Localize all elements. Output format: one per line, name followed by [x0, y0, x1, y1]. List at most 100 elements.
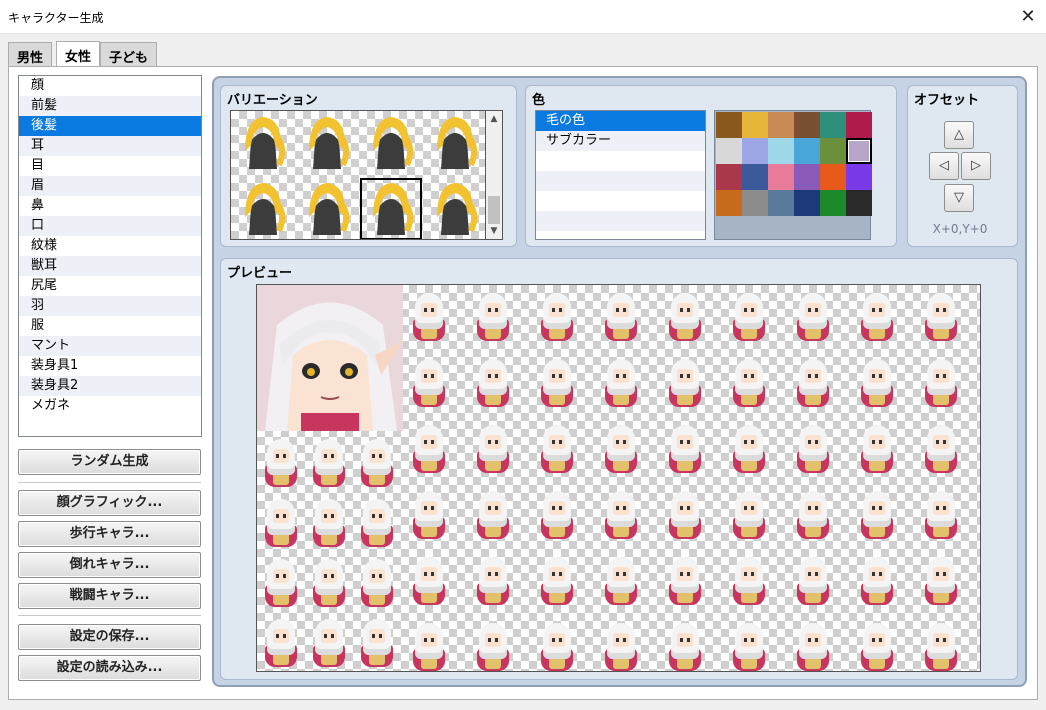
- parts-list-item[interactable]: 装身具1: [19, 356, 201, 376]
- parts-list-item[interactable]: 眉: [19, 176, 201, 196]
- face-graphic-button[interactable]: 顔グラフィック...: [18, 490, 201, 516]
- hair-variation-option[interactable]: [359, 177, 423, 240]
- variation-scrollbar[interactable]: ▲ ▼: [486, 110, 503, 240]
- character-sprite: [261, 435, 301, 491]
- parts-list-item[interactable]: 後髪: [19, 116, 201, 136]
- color-swatch[interactable]: [768, 164, 794, 190]
- color-swatch[interactable]: [794, 164, 820, 190]
- parts-list-item[interactable]: メガネ: [19, 396, 201, 416]
- scroll-thumb[interactable]: [488, 196, 500, 224]
- color-swatch[interactable]: [742, 190, 768, 216]
- color-target-item[interactable]: サブカラー: [536, 131, 705, 151]
- character-sprite: [793, 553, 833, 609]
- character-sprite: [357, 435, 397, 491]
- color-swatch[interactable]: [820, 112, 846, 138]
- color-swatch[interactable]: [716, 112, 742, 138]
- color-swatch[interactable]: [768, 112, 794, 138]
- color-swatch[interactable]: [820, 164, 846, 190]
- tab-child[interactable]: 子ども: [100, 42, 157, 67]
- color-swatch[interactable]: [742, 138, 768, 164]
- save-settings-button[interactable]: 設定の保存...: [18, 624, 201, 650]
- hair-variation-icon: [231, 111, 295, 175]
- character-sprite: [537, 619, 577, 672]
- parts-list-item[interactable]: 前髪: [19, 96, 201, 116]
- character-sprite: [261, 555, 301, 611]
- hair-variation-option[interactable]: [231, 177, 295, 240]
- hair-variation-icon: [231, 177, 295, 240]
- scroll-up-icon[interactable]: ▲: [486, 111, 502, 127]
- parts-list-item[interactable]: 紋様: [19, 236, 201, 256]
- color-swatch[interactable]: [846, 164, 872, 190]
- color-target-list[interactable]: 毛の色サブカラー: [535, 110, 706, 240]
- close-button[interactable]: ✕: [1010, 0, 1046, 34]
- tab-male[interactable]: 男性: [8, 42, 52, 67]
- character-sprite: [857, 421, 897, 477]
- parts-list-item[interactable]: 耳: [19, 136, 201, 156]
- character-sprite: [309, 615, 349, 671]
- parts-list-item[interactable]: 服: [19, 316, 201, 336]
- hair-variation-option[interactable]: [359, 111, 423, 175]
- walk-character-button[interactable]: 歩行キャラ...: [18, 521, 201, 547]
- offset-down-button[interactable]: ▽: [944, 184, 974, 212]
- color-swatch[interactable]: [768, 138, 794, 164]
- divider: [18, 615, 201, 616]
- parts-list[interactable]: 顔前髪後髪耳目眉鼻口紋様獣耳尻尾羽服マント装身具1装身具2メガネ: [18, 75, 202, 437]
- parts-list-item[interactable]: 獣耳: [19, 256, 201, 276]
- color-swatch[interactable]: [768, 190, 794, 216]
- color-swatch[interactable]: [794, 190, 820, 216]
- damage-character-button[interactable]: 倒れキャラ...: [18, 552, 201, 578]
- hair-variation-icon: [295, 177, 359, 240]
- character-sprite: [309, 495, 349, 551]
- parts-list-item[interactable]: 口: [19, 216, 201, 236]
- character-sprite: [729, 553, 769, 609]
- load-settings-button[interactable]: 設定の読み込み...: [18, 655, 201, 681]
- character-sprite: [357, 555, 397, 611]
- face-portrait: [257, 285, 403, 431]
- parts-list-item[interactable]: 鼻: [19, 196, 201, 216]
- offset-left-button[interactable]: ◁: [929, 152, 959, 180]
- color-swatch[interactable]: [794, 138, 820, 164]
- color-target-item[interactable]: 毛の色: [536, 111, 705, 131]
- offset-right-button[interactable]: ▷: [961, 152, 991, 180]
- battle-character-button[interactable]: 戦闘キャラ...: [18, 583, 201, 609]
- hair-variation-option[interactable]: [423, 111, 486, 175]
- color-swatch[interactable]: [794, 112, 820, 138]
- color-swatch[interactable]: [742, 112, 768, 138]
- character-sprite: [793, 619, 833, 672]
- character-sprite: [473, 355, 513, 411]
- color-swatch[interactable]: [846, 190, 872, 216]
- tab-female[interactable]: 女性: [56, 41, 100, 68]
- random-generate-button[interactable]: ランダム生成: [18, 449, 201, 475]
- parts-list-item[interactable]: 装身具2: [19, 376, 201, 396]
- color-swatch[interactable]: [742, 164, 768, 190]
- parts-list-item[interactable]: マント: [19, 336, 201, 356]
- hair-variation-icon: [423, 111, 486, 175]
- color-swatch[interactable]: [716, 190, 742, 216]
- hair-variation-option[interactable]: [231, 111, 295, 175]
- scroll-down-icon[interactable]: ▼: [486, 223, 502, 239]
- character-sprite: [729, 619, 769, 672]
- color-swatch[interactable]: [820, 138, 846, 164]
- color-target-empty-row: [536, 191, 705, 211]
- offset-up-button[interactable]: △: [944, 121, 974, 149]
- parts-list-item[interactable]: 顔: [19, 76, 201, 96]
- character-sprite: [601, 289, 641, 345]
- color-palette[interactable]: [714, 110, 871, 240]
- parts-list-item[interactable]: 目: [19, 156, 201, 176]
- character-sprite: [665, 553, 705, 609]
- color-swatch[interactable]: [846, 138, 872, 164]
- character-sprite: [729, 289, 769, 345]
- parts-list-item[interactable]: 尻尾: [19, 276, 201, 296]
- parts-list-item[interactable]: 羽: [19, 296, 201, 316]
- hair-variation-option[interactable]: [295, 177, 359, 240]
- color-swatch[interactable]: [716, 138, 742, 164]
- character-sprite: [729, 487, 769, 543]
- variation-grid[interactable]: [230, 110, 486, 240]
- color-swatch[interactable]: [820, 190, 846, 216]
- hair-variation-option[interactable]: [295, 111, 359, 175]
- color-swatch[interactable]: [716, 164, 742, 190]
- hair-variation-option[interactable]: [423, 177, 486, 240]
- character-sprite: [601, 553, 641, 609]
- color-swatch[interactable]: [846, 112, 872, 138]
- character-sprite: [409, 355, 449, 411]
